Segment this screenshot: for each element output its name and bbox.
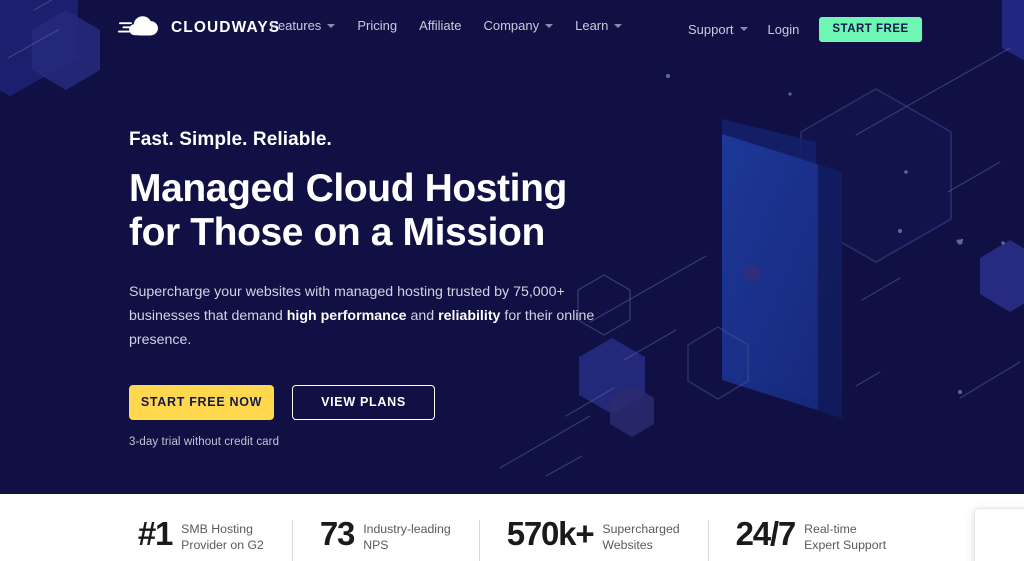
logo[interactable]: CLOUDWAYS bbox=[118, 15, 280, 41]
nav-item-affiliate[interactable]: Affiliate bbox=[419, 19, 461, 32]
nav-item-features[interactable]: Features bbox=[270, 18, 336, 33]
stats-list: #1 SMB Hosting Provider on G2 73 Industr… bbox=[110, 515, 914, 561]
trial-note: 3-day trial without credit card bbox=[129, 435, 280, 448]
nav-item-pricing[interactable]: Pricing bbox=[357, 19, 397, 32]
stat-label-line-1: Supercharged bbox=[602, 522, 680, 536]
nav-item-label: Login bbox=[767, 21, 800, 37]
chevron-down-icon bbox=[739, 27, 748, 32]
subtitle-bold-2: reliability bbox=[438, 308, 501, 325]
hero-section: CLOUDWAYS Features Pricing Affiliate Com… bbox=[0, 0, 1024, 494]
stat-label-line-1: Industry-leading bbox=[363, 522, 451, 536]
nav-item-label: Company bbox=[483, 18, 540, 33]
nav-item-label: Learn bbox=[575, 18, 609, 33]
page-title: Managed Cloud Hosting for Those on a Mis… bbox=[129, 167, 649, 256]
chevron-down-icon bbox=[614, 23, 623, 28]
stat-label: Supercharged Websites bbox=[602, 518, 679, 554]
stat-label: SMB Hosting Provider on G2 bbox=[181, 518, 264, 554]
nav-secondary-items: Support Login START FREE bbox=[688, 17, 922, 42]
stat-label-line-1: Real-time bbox=[804, 522, 857, 536]
hero-content: Fast. Simple. Reliable. Managed Cloud Ho… bbox=[129, 128, 649, 448]
subtitle-bold-1: high performance bbox=[286, 308, 407, 325]
subtitle-part-2: and bbox=[406, 308, 439, 325]
stat-label: Real-time Expert Support bbox=[804, 518, 886, 554]
hero-cta-row: START FREE NOW VIEW PLANS bbox=[129, 384, 649, 420]
view-plans-button[interactable]: VIEW PLANS bbox=[292, 384, 435, 420]
page-root: CLOUDWAYS Features Pricing Affiliate Com… bbox=[0, 0, 1024, 561]
chevron-down-icon bbox=[545, 23, 554, 28]
stat-label-line-2: Provider on G2 bbox=[181, 538, 264, 553]
stat-item-g2: #1 SMB Hosting Provider on G2 bbox=[110, 515, 292, 554]
hero-subtitle: Supercharge your websites with managed h… bbox=[129, 280, 599, 353]
chevron-down-icon bbox=[327, 23, 336, 28]
stat-value: 570k+ bbox=[506, 515, 595, 552]
nav-item-learn[interactable]: Learn bbox=[575, 18, 623, 33]
stat-value: 24/7 bbox=[735, 515, 797, 552]
stats-bar: #1 SMB Hosting Provider on G2 73 Industr… bbox=[0, 494, 1024, 561]
nav-item-label: Affiliate bbox=[419, 18, 462, 33]
stat-value: #1 bbox=[137, 515, 174, 552]
headline-line-1: Managed Cloud Hosting bbox=[129, 166, 567, 210]
stat-item-nps: 73 Industry-leading NPS bbox=[291, 515, 479, 561]
headline-line-2: for Those on a Mission bbox=[129, 211, 545, 255]
stat-item-support: 24/7 Real-time Expert Support bbox=[707, 515, 914, 561]
stat-value: 73 bbox=[319, 515, 356, 552]
nav-item-support[interactable]: Support bbox=[688, 23, 748, 36]
nav-item-company[interactable]: Company bbox=[483, 18, 554, 33]
top-navigation: CLOUDWAYS Features Pricing Affiliate Com… bbox=[0, 0, 1024, 55]
logo-text: CLOUDWAYS bbox=[171, 19, 281, 37]
cloud-speed-icon bbox=[118, 16, 158, 36]
chat-widget-panel[interactable] bbox=[974, 508, 1024, 561]
stat-label-line-2: Websites bbox=[602, 538, 653, 553]
nav-primary-items: Features Pricing Affiliate Company Learn bbox=[270, 18, 623, 33]
stat-label-line-2: Expert Support bbox=[804, 538, 887, 553]
stat-label: Industry-leading NPS bbox=[363, 518, 451, 554]
nav-item-label: Support bbox=[688, 21, 734, 37]
stat-label-line-1: SMB Hosting bbox=[181, 522, 253, 536]
nav-item-label: Pricing bbox=[357, 18, 398, 33]
stat-label-line-2: NPS bbox=[363, 538, 389, 553]
start-free-button[interactable]: START FREE bbox=[819, 17, 922, 42]
start-free-now-button[interactable]: START FREE NOW bbox=[129, 384, 274, 420]
nav-item-label: Features bbox=[270, 18, 322, 33]
nav-item-login[interactable]: Login bbox=[768, 23, 800, 36]
hero-eyebrow: Fast. Simple. Reliable. bbox=[129, 129, 332, 150]
stat-item-websites: 570k+ Supercharged Websites bbox=[478, 515, 708, 561]
